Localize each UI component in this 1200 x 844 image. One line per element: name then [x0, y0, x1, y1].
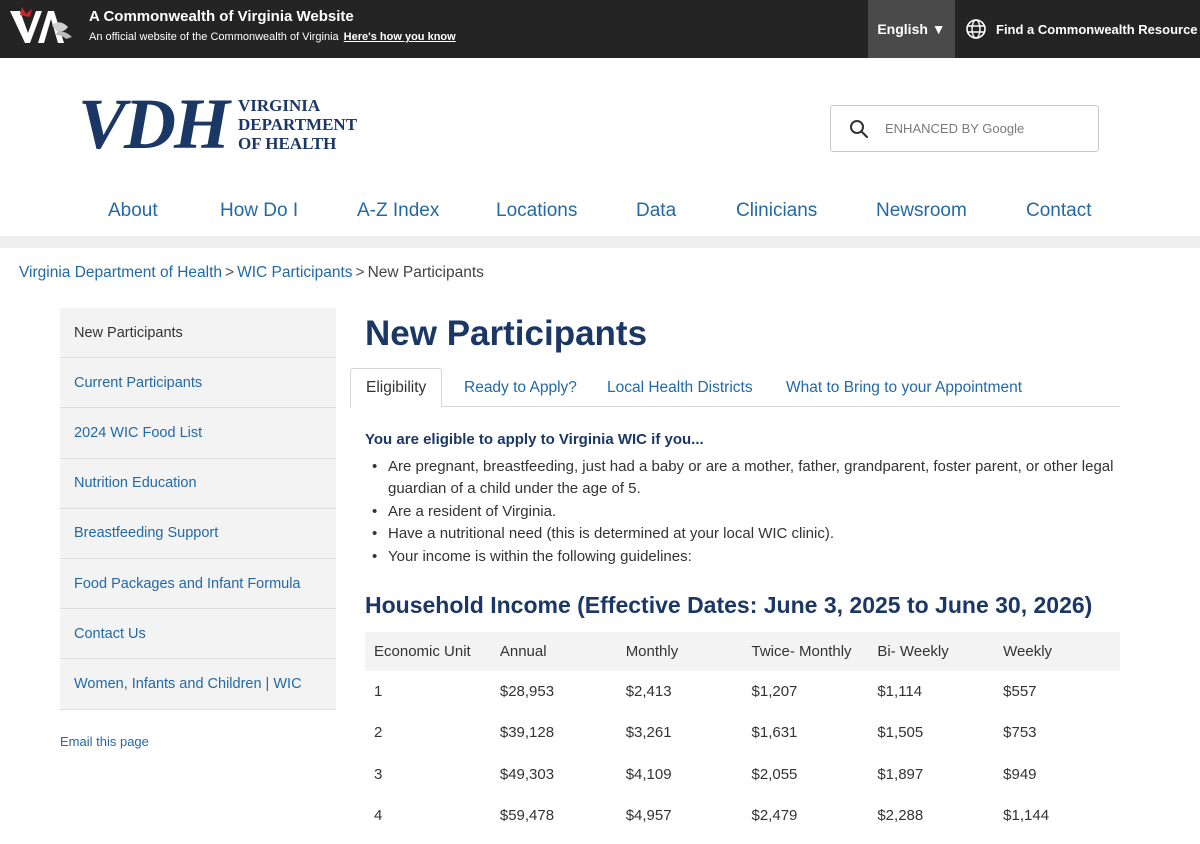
table-cell: $1,114 [877, 683, 923, 701]
list-item: Are a resident of Virginia. [372, 501, 1118, 524]
header-divider [0, 236, 1200, 248]
nav-newsroom[interactable]: Newsroom [876, 200, 967, 222]
main-nav: About How Do I A-Z Index Locations Data … [0, 192, 1200, 232]
table-cell: $2,288 [877, 807, 924, 825]
table-cell: $1,144 [1003, 807, 1050, 825]
income-table: Economic Unit Annual Monthly Twice- Mont… [365, 632, 1120, 836]
table-cell: $2,479 [751, 807, 798, 825]
nav-about[interactable]: About [108, 200, 158, 222]
find-resource-button[interactable]: Find a Commonwealth Resource [965, 0, 1198, 58]
email-page-link[interactable]: Email this page [60, 734, 149, 749]
table-cell: $1,631 [751, 724, 798, 742]
virginia-seal-logo-icon[interactable] [8, 5, 78, 45]
table-header: Economic Unit [365, 632, 491, 671]
table-cell: 1 [374, 683, 383, 701]
table-cell: $1,505 [877, 724, 924, 742]
vdh-logo-line1: VIRGINIA [238, 96, 321, 115]
table-cell: $949 [1003, 765, 1037, 783]
table-cell: $28,953 [499, 683, 555, 701]
vdh-logo-letters: VDH [78, 84, 230, 164]
tab-local-health-districts[interactable]: Local Health Districts [607, 368, 753, 407]
table-row: 1 $28,953 $2,413 $1,207 $1,114 $557 [365, 671, 1120, 712]
nav-a-z-index[interactable]: A-Z Index [357, 200, 439, 222]
commonwealth-banner: A Commonwealth of Virginia Website An of… [0, 0, 1200, 58]
table-cell: $49,303 [499, 765, 555, 783]
tab-eligibility[interactable]: Eligibility [350, 368, 443, 408]
table-cell: 4 [374, 807, 383, 825]
table-cell: $39,128 [499, 724, 555, 742]
breadcrumb-current: New Participants [367, 264, 484, 281]
search-box [830, 105, 1099, 152]
household-income-title: Household Income [365, 592, 571, 618]
nav-locations[interactable]: Locations [496, 200, 577, 222]
page-title: New Participants [365, 314, 648, 353]
table-cell: $753 [1003, 724, 1037, 742]
commonwealth-subtitle: An official website of the Commonwealth … [89, 31, 456, 43]
table-cell: $3,261 [625, 724, 672, 742]
language-selector[interactable]: English ▼ [868, 0, 955, 58]
breadcrumb-section[interactable]: WIC Participants [237, 264, 352, 281]
vdh-logo-line2: DEPARTMENT [238, 115, 358, 134]
table-row: 2 $39,128 $3,261 $1,631 $1,505 $753 [365, 712, 1120, 753]
breadcrumb-separator: > [355, 264, 365, 281]
table-header: Weekly [994, 632, 1120, 671]
table-cell: 3 [374, 765, 383, 783]
table-cell: $1,207 [751, 683, 798, 701]
eligibility-list: Are pregnant, breastfeeding, just had a … [372, 456, 1118, 569]
table-header: Monthly [616, 632, 743, 671]
table-cell: $4,109 [625, 765, 672, 783]
table-cell: $557 [1003, 683, 1037, 701]
nav-clinicians[interactable]: Clinicians [736, 200, 817, 222]
list-item: Have a nutritional need (this is determi… [372, 523, 1118, 546]
list-item: Are pregnant, breastfeeding, just had a … [372, 456, 1118, 501]
sidebar-item-food-list[interactable]: 2024 WIC Food List [60, 408, 336, 459]
tab-ready-to-apply[interactable]: Ready to Apply? [464, 368, 577, 407]
table-cell: $2,055 [751, 765, 798, 783]
table-cell: $1,897 [877, 765, 924, 783]
content-tabs: Eligibility Ready to Apply? Local Health… [350, 368, 1120, 408]
sidebar-item-food-packages[interactable]: Food Packages and Infant Formula [60, 558, 336, 610]
list-item: Your income is within the following guid… [372, 546, 1118, 569]
table-header: Bi- Weekly [868, 632, 995, 671]
sidebar-item-new-participants[interactable]: New Participants [60, 308, 336, 359]
table-row: 3 $49,303 $4,109 $2,055 $1,897 $949 [365, 754, 1120, 795]
how-you-know-link[interactable]: Here's how you know [344, 31, 456, 43]
nav-data[interactable]: Data [636, 200, 676, 222]
breadcrumb-separator: > [225, 264, 235, 281]
commonwealth-title: A Commonwealth of Virginia Website [89, 8, 354, 25]
nav-how-do-i[interactable]: How Do I [220, 200, 298, 222]
find-resource-label: Find a Commonwealth Resource [996, 21, 1198, 37]
table-row: 4 $59,478 $4,957 $2,479 $2,288 $1,144 [365, 795, 1120, 836]
sidebar-item-current-participants[interactable]: Current Participants [60, 358, 336, 409]
table-header: Annual [490, 632, 617, 671]
sidebar-item-contact-us[interactable]: Contact Us [60, 609, 336, 660]
table-header-row: Economic Unit Annual Monthly Twice- Mont… [365, 632, 1120, 671]
sidebar-item-breastfeeding-support[interactable]: Breastfeeding Support [60, 508, 336, 559]
vdh-logo[interactable]: VDH VIRGINIA DEPARTMENT OF HEALTH [78, 84, 358, 164]
nav-contact[interactable]: Contact [1026, 200, 1091, 222]
table-cell: $59,478 [499, 807, 555, 825]
sidebar-item-nutrition-education[interactable]: Nutrition Education [60, 458, 336, 509]
household-income-heading: Household Income (Effective Dates: June … [365, 592, 1092, 619]
vdh-logo-words: VIRGINIA DEPARTMENT OF HEALTH [238, 96, 357, 153]
globe-icon [966, 19, 986, 39]
sidebar-item-wic-home[interactable]: Women, Infants and Children | WIC [60, 659, 336, 710]
search-icon[interactable] [849, 119, 869, 139]
sidebar-nav: New Participants Current Participants 20… [60, 308, 336, 710]
table-cell: $2,413 [625, 683, 672, 701]
search-input[interactable] [885, 121, 1085, 136]
eligibility-heading: You are eligible to apply to Virginia WI… [365, 431, 704, 448]
table-cell: 2 [374, 724, 383, 742]
household-income-dates: (Effective Dates: June 3, 2025 to June 3… [577, 592, 1093, 618]
breadcrumb: Virginia Department of Health > WIC Partic… [19, 264, 484, 282]
vdh-logo-line3: OF HEALTH [238, 134, 337, 153]
table-cell: $4,957 [625, 807, 672, 825]
breadcrumb-home[interactable]: Virginia Department of Health [19, 264, 222, 281]
tab-what-to-bring[interactable]: What to Bring to your Appointment [786, 368, 1022, 407]
commonwealth-subtitle-text: An official website of the Commonwealth … [89, 31, 339, 43]
table-header: Twice- Monthly [742, 632, 869, 671]
